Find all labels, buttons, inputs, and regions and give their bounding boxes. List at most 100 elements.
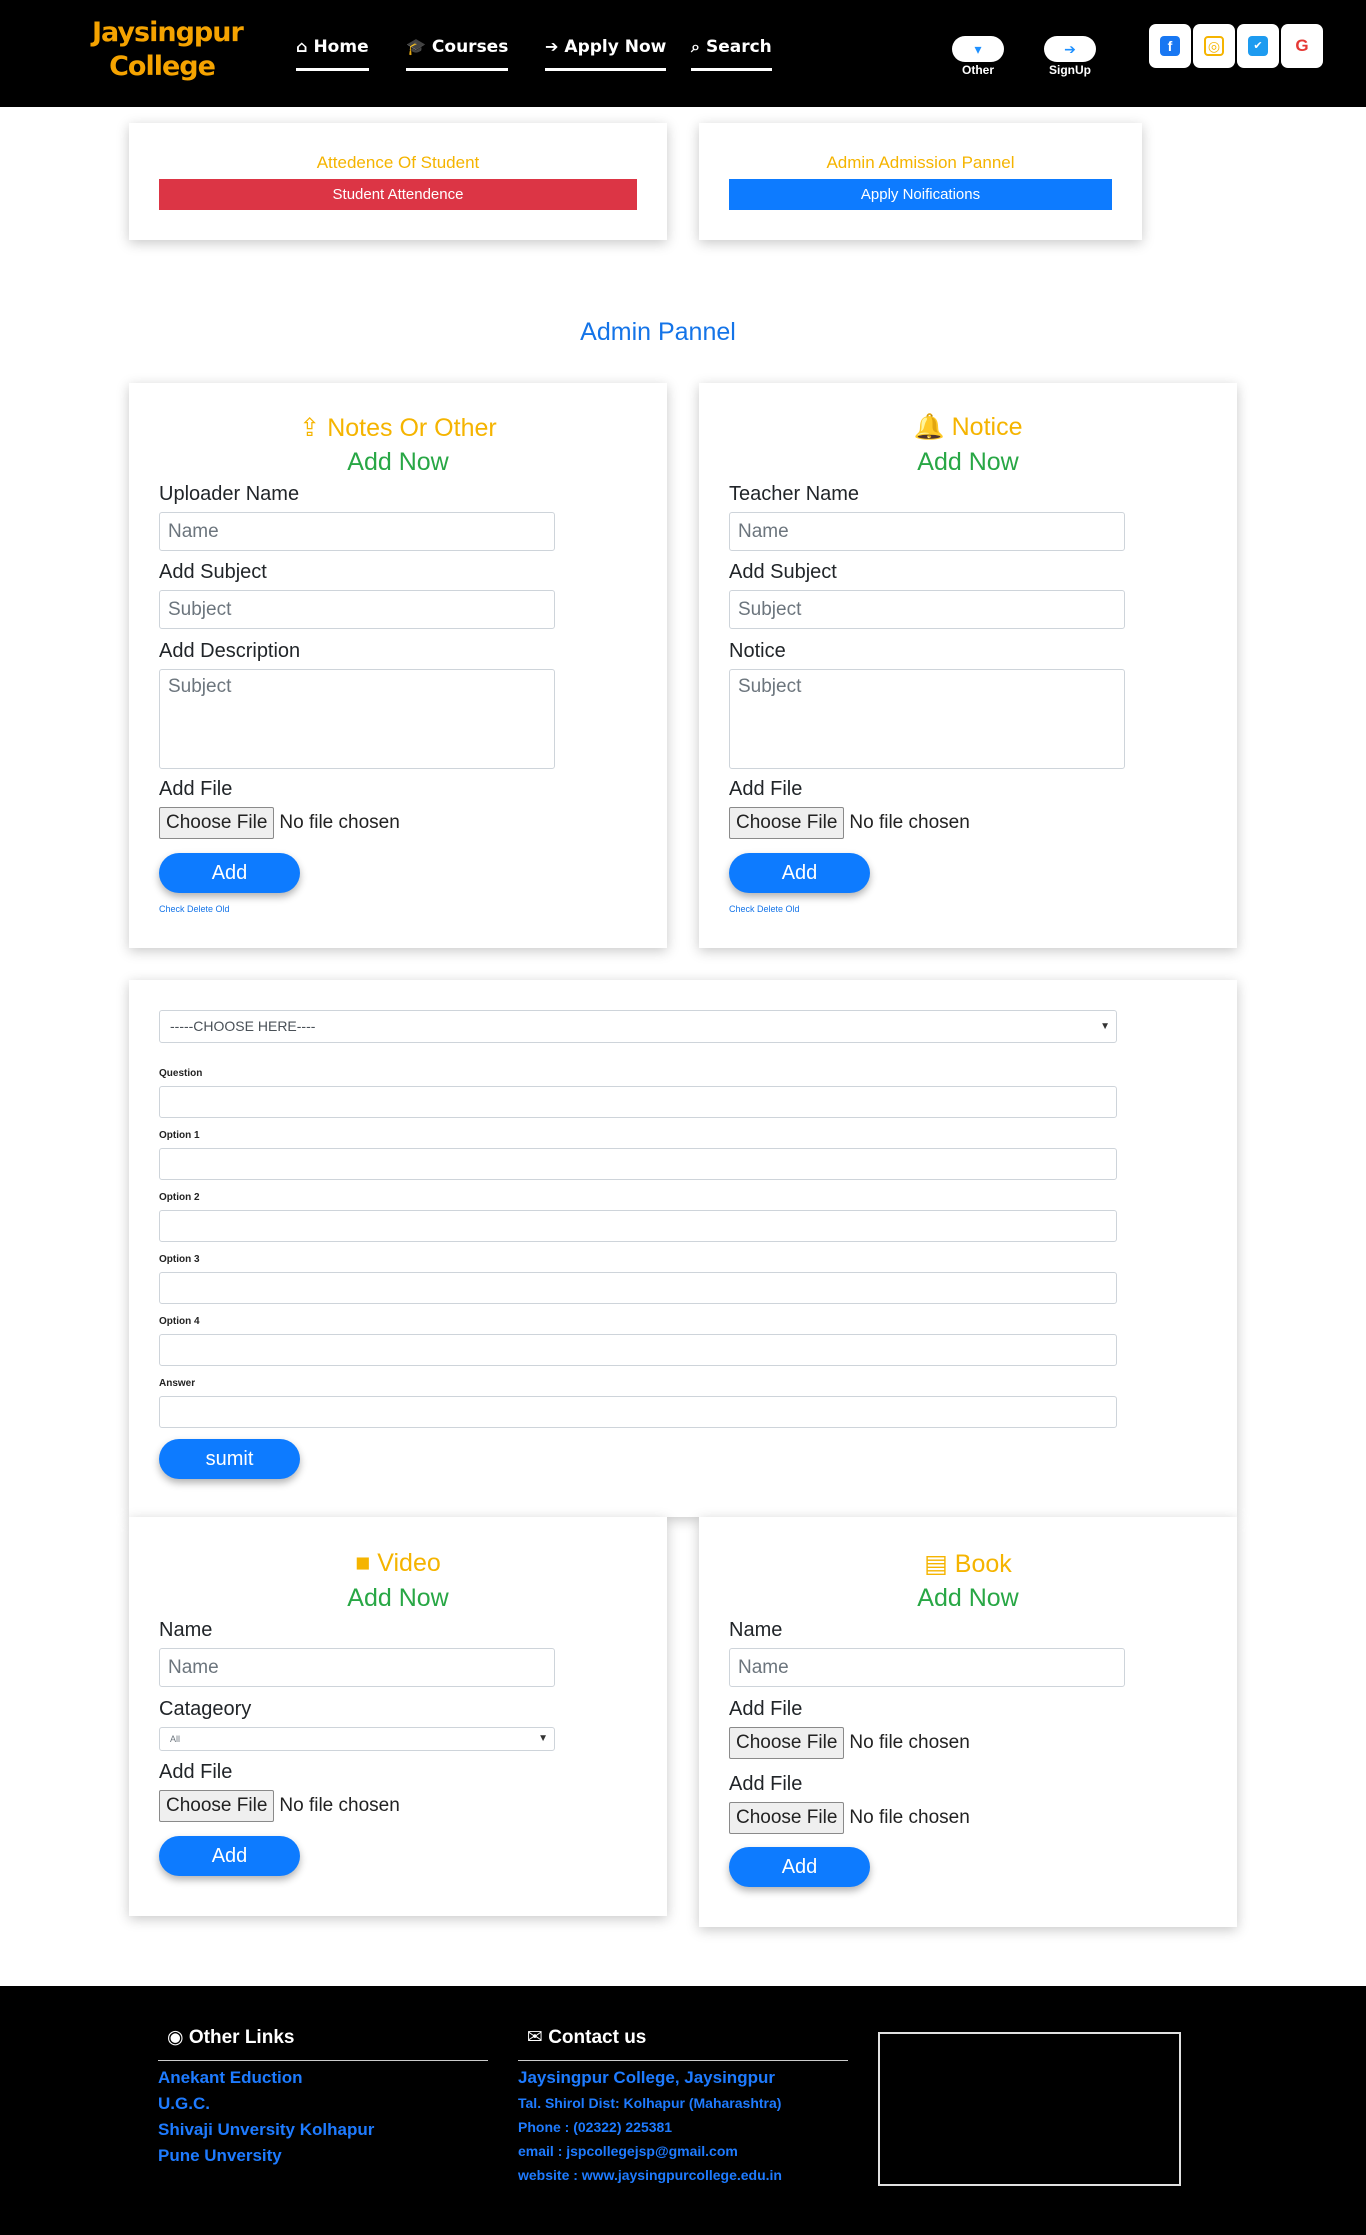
book-title-text: Book <box>954 1550 1012 1578</box>
video-category-label: Catageory <box>159 1698 252 1720</box>
chevron-down-icon: ▼ <box>1100 1021 1110 1032</box>
notice-add-button[interactable]: Add <box>729 853 870 893</box>
video-title-text: Video <box>377 1549 441 1577</box>
notice-choose-file-button[interactable]: Choose File <box>729 807 845 839</box>
video-file-label: Add File <box>159 1761 233 1783</box>
student-attendance-button[interactable]: Student Attendence <box>159 179 637 210</box>
book-name-input[interactable]: Name <box>729 1648 1125 1687</box>
map-embed-frame[interactable] <box>878 2032 1181 2186</box>
book-name-label: Name <box>729 1619 783 1641</box>
option-3-input[interactable] <box>159 1272 1117 1304</box>
question-input[interactable] <box>159 1086 1117 1118</box>
contact-email[interactable]: email : jspcollegejsp@gmail.com <box>518 2143 738 2159</box>
contact-address: Tal. Shirol Dist: Kolhapur (Maharashtra) <box>518 2095 782 2111</box>
nav-search[interactable]: ⌕ Search <box>691 36 772 71</box>
google-link[interactable]: G <box>1281 24 1323 68</box>
video-choose-file-button[interactable]: Choose File <box>159 1790 275 1822</box>
nav-apply-now[interactable]: ➔ Apply Now <box>545 36 667 71</box>
other-links-heading: ◉ Other Links <box>167 2026 294 2049</box>
quiz-category-select[interactable]: -----CHOOSE HERE---- ▼ <box>159 1010 1117 1043</box>
signup-button[interactable]: ➔ <box>1044 36 1096 62</box>
notice-subject-label: Add Subject <box>729 561 837 583</box>
arrow-right-icon: ➔ <box>545 37 559 56</box>
video-card-title: ■ Video <box>129 1549 667 1578</box>
video-file-status: No file chosen <box>279 1795 400 1816</box>
book-choose-file-2-button[interactable]: Choose File <box>729 1802 845 1834</box>
home-icon: ⌂ <box>296 37 308 56</box>
book-file-2-status: No file chosen <box>849 1807 970 1828</box>
twitter-link[interactable]: ✔ <box>1237 24 1279 68</box>
admission-card: Admin Admission Pannel Apply Noification… <box>699 123 1142 240</box>
nav-home[interactable]: ⌂ Home <box>296 36 369 71</box>
instagram-link[interactable]: ◎ <box>1193 24 1235 68</box>
notice-title-text: Notice <box>951 413 1023 441</box>
uploader-name-input[interactable]: Name <box>159 512 555 551</box>
site-header: Jaysingpur College ⌂ Home 🎓 Courses ➔ Apply… <box>0 0 1366 107</box>
other-links-title: Other Links <box>188 2027 295 2048</box>
attendance-card: Attedence Of Student Student Attendence <box>129 123 667 240</box>
admission-card-title: Admin Admission Pannel <box>826 153 1015 172</box>
notes-description-textarea[interactable]: Subject <box>159 669 555 769</box>
notice-card-title: 🔔 Notice <box>699 413 1237 442</box>
site-footer: ◉ Other Links Anekant Eduction U.G.C. Sh… <box>0 1986 1366 2235</box>
contact-college-name: Jaysingpur College, Jaysingpur <box>518 2068 775 2087</box>
contact-title: Contact us <box>548 2027 647 2048</box>
option-1-label: Option 1 <box>159 1130 200 1141</box>
nav-apply-label: Apply Now <box>564 37 667 57</box>
graduation-cap-icon: 🎓 <box>406 37 426 56</box>
notice-subject-input[interactable]: Subject <box>729 590 1125 629</box>
notice-textarea[interactable]: Subject <box>729 669 1125 769</box>
notes-subject-input[interactable]: Subject <box>159 590 555 629</box>
teacher-name-input[interactable]: Name <box>729 512 1125 551</box>
quiz-select-value: -----CHOOSE HERE---- <box>170 1018 316 1034</box>
notice-check-delete-old-link[interactable]: Check Delete Old <box>729 904 800 914</box>
book-file-1-label: Add File <box>729 1698 803 1720</box>
answer-input[interactable] <box>159 1396 1117 1428</box>
notes-check-delete-old-link[interactable]: Check Delete Old <box>159 904 230 914</box>
footer-link-ugc[interactable]: U.G.C. <box>158 2094 210 2114</box>
nav-home-label: Home <box>313 37 369 57</box>
notes-title-text: Notes Or Other <box>327 414 497 442</box>
nav-courses[interactable]: 🎓 Courses <box>406 36 509 71</box>
footer-link-anekant[interactable]: Anekant Eduction <box>158 2068 303 2088</box>
notice-card-subtitle: Add Now <box>917 448 1019 476</box>
apply-notifications-button[interactable]: Apply Noifications <box>729 179 1112 210</box>
chevron-down-icon: ▼ <box>538 1733 548 1744</box>
notes-add-button[interactable]: Add <box>159 853 300 893</box>
notice-card: 🔔 Notice Add Now Teacher Name Name Add S… <box>699 383 1237 948</box>
book-icon: ▤ <box>924 1550 948 1578</box>
contact-divider <box>518 2060 848 2061</box>
question-label: Question <box>159 1068 203 1079</box>
notice-file-status: No file chosen <box>849 812 970 833</box>
video-add-button[interactable]: Add <box>159 1836 300 1876</box>
facebook-link[interactable]: f <box>1149 24 1191 68</box>
quiz-submit-button[interactable]: sumit <box>159 1439 300 1479</box>
notice-text-label: Notice <box>729 640 786 662</box>
video-file-input: Choose File No file chosen <box>159 1790 400 1822</box>
search-icon: ⌕ <box>691 37 700 56</box>
footer-link-pune[interactable]: Pune Unversity <box>158 2146 282 2166</box>
notes-card-subtitle: Add Now <box>347 448 449 476</box>
brand-logo[interactable]: Jaysingpur College <box>92 16 244 84</box>
admin-panel-title: Admin Pannel <box>580 318 736 346</box>
signup-label: SignUp <box>1049 63 1091 77</box>
notes-choose-file-button[interactable]: Choose File <box>159 807 275 839</box>
brand-line-1: Jaysingpur <box>92 17 244 48</box>
option-1-input[interactable] <box>159 1148 1117 1180</box>
answer-label: Answer <box>159 1378 196 1389</box>
caret-down-icon: ▾ <box>974 41 982 57</box>
book-add-button[interactable]: Add <box>729 1847 870 1887</box>
option-4-input[interactable] <box>159 1334 1117 1366</box>
notes-file-status: No file chosen <box>279 812 400 833</box>
video-name-input[interactable]: Name <box>159 1648 555 1687</box>
other-dropdown-button[interactable]: ▾ <box>952 36 1004 62</box>
video-category-select[interactable]: All ▼ <box>159 1727 555 1751</box>
footer-link-shivaji[interactable]: Shivaji Unversity Kolhapur <box>158 2120 374 2140</box>
instagram-icon: ◎ <box>1204 36 1224 56</box>
option-2-input[interactable] <box>159 1210 1117 1242</box>
notes-file-label: Add File <box>159 778 233 800</box>
contact-website[interactable]: website : www.jaysingpurcollege.edu.in <box>518 2167 782 2183</box>
book-choose-file-1-button[interactable]: Choose File <box>729 1727 845 1759</box>
video-camera-icon: ■ <box>355 1549 371 1577</box>
brand-line-2: College <box>109 51 216 82</box>
